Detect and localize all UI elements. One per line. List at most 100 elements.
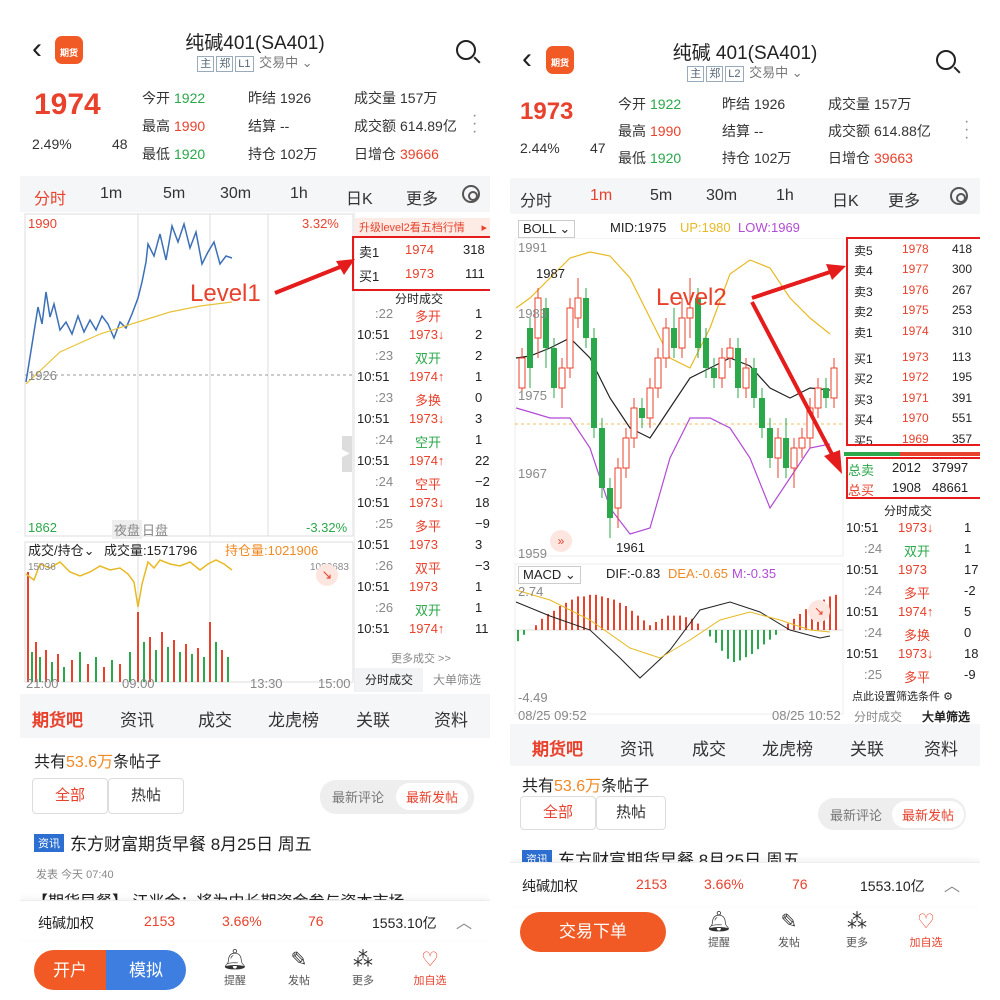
tab-rank[interactable]: 龙虎榜 (762, 735, 813, 760)
gear-icon[interactable] (950, 187, 968, 205)
tab-timeshare[interactable]: 分时 (520, 187, 552, 211)
more-button[interactable]: ⁂ 更多 (840, 910, 874, 950)
tab-daily[interactable]: 日K (346, 185, 373, 209)
tab-rank[interactable]: 龙虎榜 (268, 706, 319, 731)
change-value: 47 (590, 140, 606, 156)
trade-order-button[interactable]: 交易下单 (520, 912, 666, 952)
expand-icon[interactable]: ↘ (316, 564, 338, 586)
tab-related[interactable]: 关联 (850, 735, 884, 760)
news-item[interactable]: 资讯 东方财富期货早餐 8月25日 周五 (34, 830, 312, 855)
chevron-up-icon[interactable]: ︿ (944, 872, 960, 896)
post-button[interactable]: ✎ 发帖 (282, 948, 316, 988)
tick-row: 10:51 1973 3 (357, 537, 483, 552)
more-dots-icon[interactable]: · · · (472, 108, 477, 140)
stat-low: 最低 1920 (618, 150, 682, 166)
edit-icon: ✎ (780, 911, 798, 933)
tab-news[interactable]: 资讯 (120, 706, 154, 731)
sort-post[interactable]: 最新发帖 (892, 801, 965, 828)
macd-top: 2.74 (518, 584, 544, 599)
highlight-box-book (846, 237, 980, 446)
more-ticks-link[interactable]: 更多成交 >> (391, 650, 451, 666)
tick-row: 10:51 1973 1 (357, 579, 483, 594)
filter-all[interactable]: 全部 (32, 778, 108, 814)
tab-tick-detail[interactable]: 分时成交 (355, 668, 423, 692)
tab-related[interactable]: 关联 (356, 706, 390, 731)
tab-large-order[interactable]: 大单筛选 (912, 708, 980, 725)
tab-30m[interactable]: 30m (706, 187, 737, 205)
tab-5m[interactable]: 5m (163, 185, 185, 203)
tick-row: :24 多换 0 (864, 625, 972, 643)
sort-post[interactable]: 最新发帖 (396, 783, 469, 810)
watchlist-button[interactable]: ♡ 加自选 (408, 948, 452, 988)
search-icon[interactable] (936, 50, 956, 70)
tab-1m[interactable]: 1m (590, 187, 612, 205)
period-tabs: 分时 1m 5m 30m 1h 日K 更多 (510, 178, 980, 214)
ticker-bar[interactable]: 纯碱加权 2153 3.66% 76 1553.10亿 ︿ (510, 862, 980, 906)
more-button[interactable]: ⁂ 更多 (346, 948, 380, 988)
tab-more[interactable]: 更多 (888, 187, 920, 211)
tab-5m[interactable]: 5m (650, 187, 672, 205)
tab-news[interactable]: 资讯 (620, 735, 654, 760)
tab-trades[interactable]: 成交 (198, 706, 232, 731)
boll-selector[interactable]: BOLL ⌄ (518, 220, 576, 238)
alert-button[interactable]: 🔔︎ 提醒 (218, 948, 252, 988)
tick-row: 10:51 1973↓ 2 (357, 327, 483, 342)
last-price: 1973 (520, 98, 574, 125)
tab-trades[interactable]: 成交 (692, 735, 726, 760)
open-account-button[interactable]: 开户 (34, 950, 106, 990)
gear-icon[interactable] (462, 185, 480, 203)
right-screen: ‹ 期货 纯碱 401(SA401) 主郑 L2 交易中 ⌄ 1973 2.44%… (510, 0, 980, 1000)
macd-selector[interactable]: MACD ⌄ (518, 566, 581, 584)
boll-mid: MID:1975 (610, 220, 667, 235)
macd-bottom: -4.49 (518, 690, 548, 705)
axis-bottom: 1862 (28, 520, 57, 535)
search-icon[interactable] (456, 40, 476, 60)
news-meta: 发表 今天 07:40 (36, 869, 114, 881)
tab-forum[interactable]: 期货吧 (532, 735, 583, 760)
tab-profile[interactable]: 资料 (434, 706, 468, 731)
macd-dif: DIF:-0.83 (606, 566, 661, 581)
tab-more[interactable]: 更多 (406, 185, 438, 209)
tab-timeshare[interactable]: 分时 (34, 185, 66, 209)
stat-turnover: 成交额 614.89亿 (354, 118, 457, 134)
tab-1h[interactable]: 1h (290, 185, 308, 203)
watchlist-button[interactable]: ♡ 加自选 (904, 910, 948, 950)
highlight-box-total (846, 457, 980, 499)
last-price: 1974 (34, 88, 101, 121)
simulate-button[interactable]: 模拟 (106, 950, 186, 990)
stat-open: 今开 1922 (618, 96, 682, 112)
tab-large-order[interactable]: 大单筛选 (423, 668, 490, 692)
arrow-annotation (274, 259, 355, 295)
left-screen: ‹ 期货 纯碱401(SA401) 主郑 L1 交易中 ⌄ 1974 2.49% … (20, 0, 490, 1000)
more-dots-icon[interactable]: · · · (964, 114, 969, 146)
chevron-up-icon[interactable]: ︿ (456, 909, 472, 933)
stat-oi: 持仓 102万 (248, 146, 318, 162)
tab-profile[interactable]: 资料 (924, 735, 958, 760)
tab-1m[interactable]: 1m (100, 185, 122, 203)
vol-oi-selector[interactable]: 成交/持仓⌄ (28, 540, 95, 559)
filter-hot[interactable]: 热帖 (596, 796, 666, 830)
news-item[interactable]: 资讯 东方财富期货早餐 8月25日 周五 (522, 846, 800, 862)
tab-tick-detail[interactable]: 分时成交 (844, 708, 912, 725)
post-button[interactable]: ✎ 发帖 (772, 910, 806, 950)
expand-icon[interactable]: ↘ (808, 600, 830, 622)
expand-left-icon[interactable]: » (550, 530, 572, 552)
tick-row: 10:51 1973↓ 18 (357, 495, 490, 510)
heart-icon: ♡ (917, 911, 935, 933)
ticker-bar[interactable]: 纯碱加权 2153 3.66% 76 1553.10亿 ︿ (20, 900, 490, 940)
stat-settle: 结算 -- (248, 118, 290, 134)
tab-daily[interactable]: 日K (832, 187, 859, 211)
filter-all[interactable]: 全部 (520, 796, 596, 830)
filter-setting-link[interactable]: 点此设置筛选条件 ⚙ (852, 688, 953, 704)
filter-hot[interactable]: 热帖 (108, 778, 184, 814)
news-snippet: 【期货早餐】 江兆金：将为中长期资金参与资本市场 (32, 888, 490, 900)
tab-forum[interactable]: 期货吧 (32, 706, 83, 731)
sort-comment[interactable]: 最新评论 (322, 783, 394, 810)
collapse-handle[interactable]: ▶ (342, 436, 352, 472)
alert-button[interactable]: 🔔︎ 提醒 (702, 910, 736, 950)
y-1987: 1987 (536, 266, 565, 281)
sort-comment[interactable]: 最新评论 (820, 801, 892, 828)
tab-1h[interactable]: 1h (776, 187, 794, 205)
tab-30m[interactable]: 30m (220, 185, 251, 203)
upgrade-banner[interactable]: 升级level2看五档行情 ▸ (355, 218, 490, 238)
